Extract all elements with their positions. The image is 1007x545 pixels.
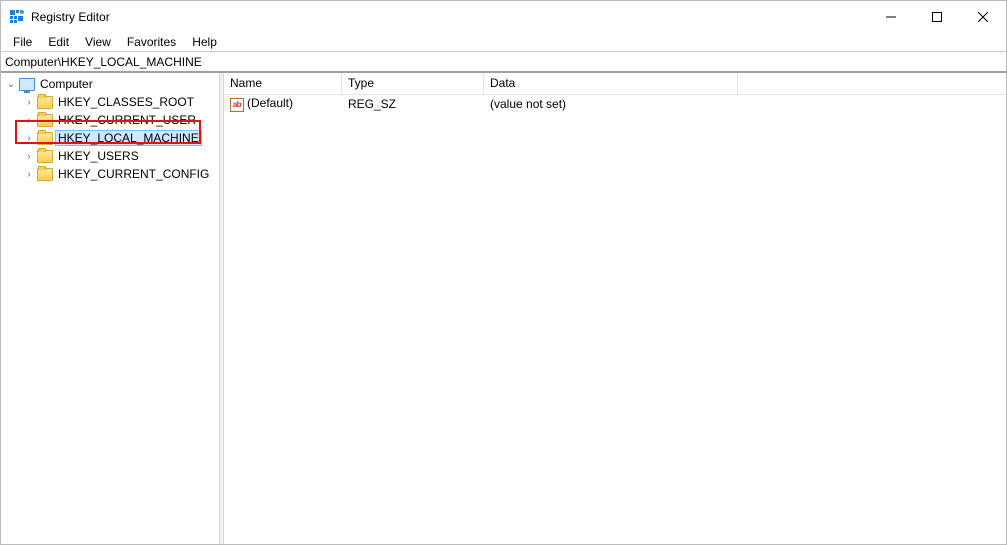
menu-file[interactable]: File [5,34,40,50]
close-icon [978,12,988,22]
folder-icon [37,132,53,145]
window-title: Registry Editor [31,10,110,24]
registry-editor-window: Registry Editor File Edit View Favorites… [0,0,1007,545]
tree-node-hkcc[interactable]: › HKEY_CURRENT_CONFIG [1,165,219,183]
list-header: Name Type Data [224,73,1006,95]
address-path: Computer\HKEY_LOCAL_MACHINE [5,55,202,69]
values-pane: Name Type Data ab(Default) REG_SZ (value… [224,73,1006,544]
value-name: (Default) [247,96,293,110]
menu-favorites[interactable]: Favorites [119,34,184,50]
cell-data: (value not set) [484,97,738,111]
string-value-icon: ab [230,98,244,112]
tree-node-computer[interactable]: ⌄ Computer [1,75,219,93]
tree-node-label: HKEY_LOCAL_MACHINE [56,131,201,145]
column-header-name[interactable]: Name [224,73,342,94]
minimize-icon [886,12,896,22]
chevron-right-icon[interactable]: › [21,133,37,144]
folder-icon [37,114,53,127]
list-body[interactable]: ab(Default) REG_SZ (value not set) [224,95,1006,544]
titlebar: Registry Editor [1,1,1006,32]
menu-edit[interactable]: Edit [40,34,77,50]
minimize-button[interactable] [868,1,914,32]
chevron-right-icon[interactable]: › [21,169,37,180]
tree-pane[interactable]: ⌄ Computer › HKEY_CLASSES_ROOT › HKEY_CU… [1,73,219,544]
chevron-down-icon[interactable]: ⌄ [3,79,19,90]
app-icon [9,9,25,25]
tree-node-hklm[interactable]: › HKEY_LOCAL_MACHINE [1,129,219,147]
list-row[interactable]: ab(Default) REG_SZ (value not set) [224,95,1006,113]
tree-node-label: HKEY_CURRENT_USER [56,113,198,127]
chevron-right-icon[interactable]: › [21,115,37,126]
cell-type: REG_SZ [342,97,484,111]
column-header-data[interactable]: Data [484,73,738,94]
tree-node-hku[interactable]: › HKEY_USERS [1,147,219,165]
menu-help[interactable]: Help [184,34,225,50]
tree-node-hkcr[interactable]: › HKEY_CLASSES_ROOT [1,93,219,111]
tree-node-label: HKEY_USERS [56,149,141,163]
close-button[interactable] [960,1,1006,32]
computer-icon [19,78,35,91]
tree-node-hkcu[interactable]: › HKEY_CURRENT_USER [1,111,219,129]
folder-icon [37,96,53,109]
tree-node-label: HKEY_CLASSES_ROOT [56,95,196,109]
content-area: ⌄ Computer › HKEY_CLASSES_ROOT › HKEY_CU… [1,72,1006,544]
chevron-right-icon[interactable]: › [21,97,37,108]
column-header-type[interactable]: Type [342,73,484,94]
tree-node-label: Computer [38,77,95,91]
folder-icon [37,168,53,181]
tree-node-label: HKEY_CURRENT_CONFIG [56,167,211,181]
menu-view[interactable]: View [77,34,119,50]
menubar: File Edit View Favorites Help [1,32,1006,51]
chevron-right-icon[interactable]: › [21,151,37,162]
folder-icon [37,150,53,163]
cell-name: ab(Default) [224,96,342,112]
address-bar[interactable]: Computer\HKEY_LOCAL_MACHINE [1,51,1006,72]
column-header-spacer[interactable] [738,73,1006,94]
maximize-icon [932,12,942,22]
maximize-button[interactable] [914,1,960,32]
